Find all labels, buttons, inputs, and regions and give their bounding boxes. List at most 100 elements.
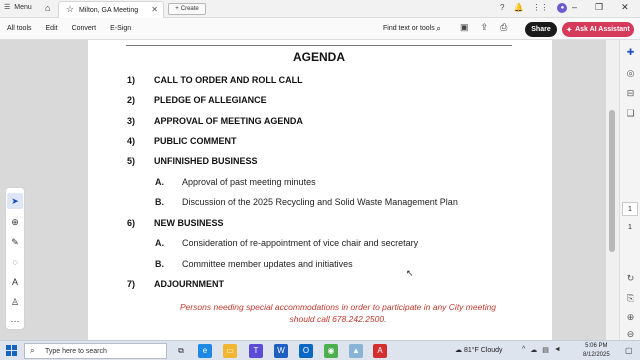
highlight-pen-icon[interactable]: ✎ [7,234,23,250]
zoom-in-icon[interactable]: ⊕ [623,310,638,325]
draw-icon[interactable]: ◌ [7,254,23,270]
item-number: 5) [127,156,136,166]
tray-chevron-icon[interactable]: ^ [522,346,525,354]
item-label: UNFINISHED BUSINESS [154,156,258,166]
text-box-icon[interactable]: A [7,274,23,290]
subitem-text: Discussion of the 2025 Recycling and Sol… [182,197,458,207]
item-label: NEW BUSINESS [154,218,224,228]
close-tab-icon[interactable]: ✕ [151,5,158,14]
home-icon[interactable]: ⌂ [45,3,50,13]
weather-widget[interactable]: ☁ 81°F Cloudy [455,346,503,354]
stamp-icon[interactable]: ♙ [7,294,23,310]
ask-ai-label: Ask AI Assistant [575,26,630,33]
search-icon: ⌕ [30,346,35,355]
apps-grid-icon[interactable]: ⋮⋮ [532,3,548,13]
page-title: AGENDA [292,50,345,64]
accommodation-notice: Persons needing special accommodations i… [88,301,588,325]
vertical-scrollbar[interactable] [606,40,619,340]
search-icon[interactable]: ⌕ [436,23,441,34]
create-button[interactable]: + Create [168,3,206,15]
right-sidebar: ✚ ◎ ⊟ ❏ 1 1 ↻ ⎘ ⊕ ⊖ [619,40,640,340]
comment-icon[interactable]: ◎ [623,66,638,81]
rotate-icon[interactable]: ↻ [623,271,638,286]
weather-icon: ☁ [455,347,462,354]
bookmark-icon[interactable]: ⊟ [623,86,638,101]
item-number: 7) [127,279,136,289]
document-page: AGENDA 1) CALL TO ORDER AND ROLL CALL 2)… [88,40,552,340]
word-icon[interactable]: W [274,344,288,358]
acrobat-icon[interactable]: A [373,344,387,358]
header-rule [126,45,512,46]
ai-panel-icon[interactable]: ✚ [623,45,638,60]
notification-center-icon[interactable]: ▢ [625,346,633,355]
windows-start-icon[interactable] [6,345,17,356]
avatar[interactable]: ● [557,3,568,13]
more-tools-icon[interactable]: ⋯ [7,313,23,329]
print-icon[interactable]: ⎙ [500,22,507,33]
subitem-letter: A. [155,238,164,248]
ai-sparkle-icon: ✦ [566,26,573,34]
notice-line-2: should call 678.242.2500. [289,314,387,324]
subitem-letter: A. [155,177,164,187]
page-thumbnails-icon[interactable]: ⎘ [623,291,638,306]
hamburger-icon: ☰ [4,4,11,11]
star-icon[interactable]: ☆ [66,4,74,15]
item-number: 4) [127,136,136,146]
cloud-icon[interactable]: ☁ [530,346,537,354]
save-icon[interactable]: ▣ [460,22,469,33]
quick-tools-panel: ➤ ⊕ ✎ ◌ A ♙ ⋯ [5,187,25,330]
system-clock[interactable]: 5:06 PM 8/12/2025 [583,342,610,360]
total-pages: 1 [628,224,632,231]
network-icon[interactable]: ▤ [542,346,549,354]
ask-ai-button[interactable]: ✦ Ask AI Assistant [562,22,634,37]
clock-date: 8/12/2025 [583,352,610,358]
mouse-cursor-icon: ↖ [406,268,414,278]
scrollbar-thumb[interactable] [609,110,615,252]
current-page-field[interactable]: 1 [622,202,638,216]
menu-convert[interactable]: Convert [72,25,97,32]
pages-icon[interactable]: ❏ [623,106,638,121]
share-button[interactable]: Share [525,22,557,37]
item-number: 2) [127,95,136,105]
outlook-icon[interactable]: O [299,344,313,358]
item-label: PLEDGE OF ALLEGIANCE [154,95,267,105]
notifications-icon[interactable]: 🔔 [513,3,523,13]
subitem-letter: B. [155,259,164,269]
chrome-icon[interactable]: ◉ [324,344,338,358]
file-explorer-icon[interactable]: ▭ [223,344,237,358]
zoom-comment-icon[interactable]: ⊕ [7,214,23,230]
subitem-letter: B. [155,197,164,207]
menu-all-tools[interactable]: All tools [7,25,32,32]
menu-esign[interactable]: E-Sign [110,25,131,32]
subitem-text: Approval of past meeting minutes [182,177,316,187]
subitem-text: Committee member updates and initiatives [182,259,353,269]
menu-button[interactable]: ☰ Menu [4,3,32,12]
item-label: CALL TO ORDER AND ROLL CALL [154,75,303,85]
subitem-text: Consideration of re-appointment of vice … [182,238,419,248]
maximize-icon[interactable]: ❐ [595,2,603,13]
minimize-icon[interactable]: – [572,2,577,13]
volume-icon[interactable]: ◄ [554,346,561,354]
os-taskbar: ⌕ Type here to search ⧉ e ▭ T W O ◉ ▲ A … [0,340,640,360]
photos-icon[interactable]: ▲ [349,344,363,358]
upload-icon[interactable]: ⇪ [481,22,489,33]
tab-title: Milton, GA Meeting [79,7,139,14]
close-window-icon[interactable]: ✕ [621,2,629,13]
menu-edit[interactable]: Edit [46,25,58,32]
item-label: APPROVAL OF MEETING AGENDA [154,116,303,126]
help-icon[interactable]: ? [500,3,504,13]
create-label: Create [180,6,199,12]
task-view-icon[interactable]: ⧉ [174,344,188,358]
tab-document[interactable]: ☆ Milton, GA Meeting ✕ [58,1,164,18]
find-text-field[interactable]: Find text or tools [383,25,435,32]
app-toolbar: All tools Edit Convert E-Sign Find text … [0,18,640,40]
teams-icon[interactable]: T [249,344,263,358]
edge-browser-icon[interactable]: e [198,344,212,358]
document-viewer: AGENDA 1) CALL TO ORDER AND ROLL CALL 2)… [0,40,619,340]
item-label: ADJOURNMENT [154,279,225,289]
taskbar-search-input[interactable]: ⌕ Type here to search [24,343,167,359]
item-number: 3) [127,116,136,126]
notice-line-1: Persons needing special accommodations i… [179,302,497,312]
clock-time: 5:06 PM [585,343,608,349]
select-cursor-icon[interactable]: ➤ [7,193,23,209]
